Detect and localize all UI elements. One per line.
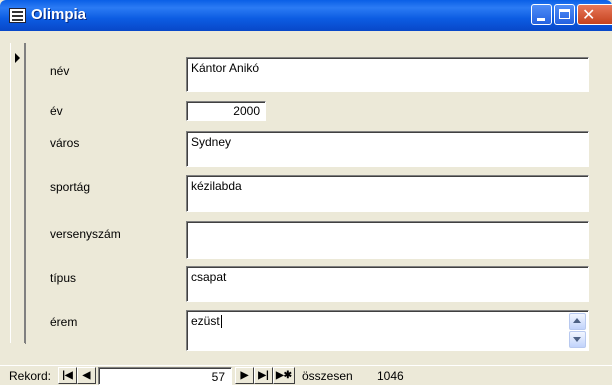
record-navigation-bar: Rekord: |◀ ◀ 57 ▶ ▶| ▶✱ összesen 1046 [0, 365, 612, 385]
nev-field[interactable]: Kántor Anikó [186, 57, 589, 92]
previous-record-icon: ◀ [82, 370, 91, 381]
last-record-button[interactable]: ▶| [254, 367, 273, 384]
total-records: 1046 [377, 369, 404, 383]
window-title: Olimpia [31, 6, 87, 23]
previous-record-button[interactable]: ◀ [77, 367, 96, 384]
record-label: Rekord: [9, 369, 52, 383]
ev-field[interactable]: 2000 [186, 101, 266, 121]
label-erem: érem [50, 315, 78, 329]
maximize-button[interactable] [554, 4, 575, 25]
first-record-icon: |◀ [62, 370, 73, 381]
text-caret [220, 315, 222, 329]
record-selector[interactable] [10, 43, 25, 343]
sportag-field[interactable]: kézilabda [186, 175, 589, 212]
scroll-up-icon[interactable] [569, 313, 586, 330]
new-record-button[interactable]: ▶✱ [273, 367, 295, 384]
minimize-button[interactable] [531, 4, 552, 25]
label-sportag: sportág [50, 180, 91, 194]
next-record-icon: ▶ [240, 370, 249, 381]
last-record-icon: ▶| [258, 370, 269, 381]
scroll-down-icon[interactable] [569, 331, 586, 348]
new-record-icon: ▶✱ [275, 370, 293, 381]
current-record-field[interactable]: 57 [98, 367, 232, 385]
form-window: Olimpia ✕ név év város sportág versenysz… [0, 0, 612, 385]
versenyszam-field[interactable] [186, 221, 589, 259]
current-record-icon [15, 53, 20, 63]
label-ev: év [50, 104, 63, 118]
label-tipus: típus [50, 271, 77, 285]
label-varos: város [50, 136, 80, 150]
total-label: összesen [302, 369, 353, 383]
erem-value: ezüst [191, 314, 220, 328]
label-nev: név [50, 64, 70, 78]
first-record-button[interactable]: |◀ [58, 367, 77, 384]
varos-field[interactable]: Sydney [186, 131, 589, 167]
erem-field[interactable]: ezüst [186, 310, 589, 351]
close-icon: ✕ [582, 5, 596, 24]
title-bar[interactable]: Olimpia ✕ [0, 0, 612, 31]
erem-scrollbar[interactable] [569, 313, 586, 348]
form-icon[interactable] [9, 8, 26, 23]
close-button[interactable]: ✕ [577, 4, 612, 25]
tipus-field[interactable]: csapat [186, 266, 589, 302]
label-versenyszam: versenyszám [50, 227, 121, 241]
next-record-button[interactable]: ▶ [235, 367, 254, 384]
